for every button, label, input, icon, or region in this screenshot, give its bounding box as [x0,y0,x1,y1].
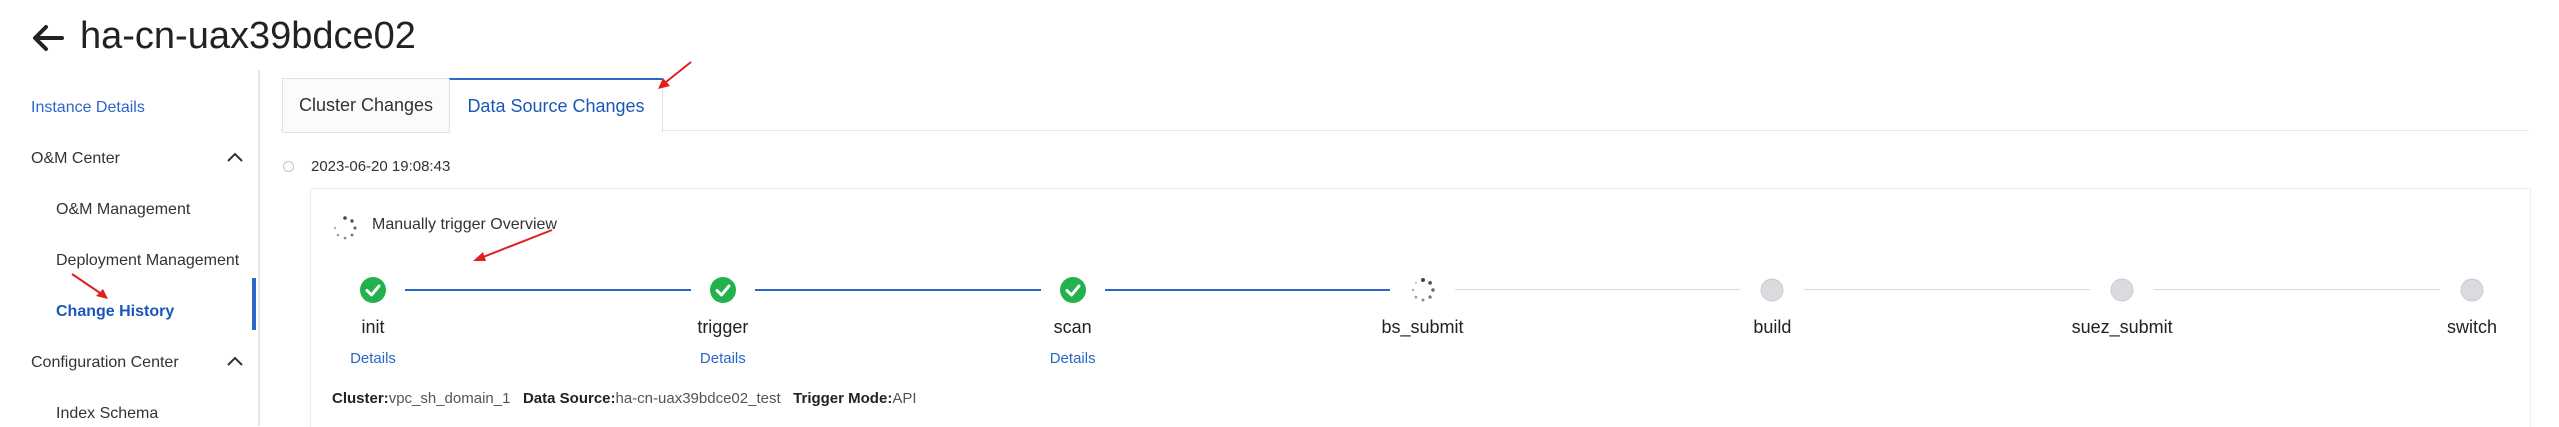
change-info: Cluster:vpc_sh_domain_1 Data Source:ha-c… [332,390,917,407]
pending-circle-icon [2460,278,2484,302]
step-label: suez_submit [2071,317,2173,337]
step-label: switch [2446,317,2498,337]
chevron-up-icon[interactable] [226,355,244,367]
step-connector [1104,289,1391,291]
step-label: scan [1053,317,1092,337]
cluster-value: vpc_sh_domain_1 [388,390,511,407]
check-circle-icon [360,277,386,303]
step-label: build [1753,317,1792,337]
page-title: ha-cn-uax39bdce02 [80,15,416,57]
arrow-left-icon[interactable] [28,18,68,58]
trigger-mode-value: API [892,390,917,407]
cluster-label: Cluster: [332,390,389,407]
step-connector [1454,289,1741,290]
sidebar-group-configuration-center[interactable]: Configuration Center [31,352,179,374]
step-details-link[interactable]: Details [350,350,396,367]
tab-data-source-changes[interactable]: Data Source Changes [449,78,663,133]
step-details-link[interactable]: Details [700,350,746,367]
step-connector [754,289,1041,291]
sidebar: Instance Details O&M Center O&M Manageme… [0,70,260,426]
data-source-value: ha-cn-uax39bdce02_test [615,390,781,407]
sidebar-active-indicator [252,278,256,330]
step-label: trigger [697,317,749,337]
step-connector [405,289,691,291]
chevron-up-icon[interactable] [226,151,244,163]
data-source-label: Data Source: [522,390,616,407]
step-details-link[interactable]: Details [1050,350,1096,367]
sidebar-group-om-center[interactable]: O&M Center [31,148,120,170]
loading-spinner-icon [1411,278,1435,302]
step-connector [2154,289,2440,290]
check-circle-icon [1059,277,1086,303]
pending-circle-icon [2110,278,2134,302]
check-circle-icon [709,277,736,303]
timeline-timestamp: 2023-06-20 19:08:43 [311,158,451,175]
sidebar-item-deployment-management[interactable]: Deployment Management [56,250,239,272]
step-connector [1804,289,2091,290]
tab-cluster-changes[interactable]: Cluster Changes [282,78,450,133]
sidebar-item-om-management[interactable]: O&M Management [56,199,190,221]
sidebar-item-change-history[interactable]: Change History [56,301,174,323]
step-label: init [361,317,385,337]
annotation-arrow-icon [658,61,692,89]
trigger-mode-label: Trigger Mode: [793,390,893,407]
timeline-dot [283,161,294,172]
sidebar-item-instance-details[interactable]: Instance Details [31,97,145,119]
step-label: bs_submit [1381,317,1464,337]
pending-circle-icon [1760,278,1784,302]
annotation-arrow-icon [473,229,553,261]
loading-spinner-icon [333,216,357,240]
annotation-arrow-icon [71,273,108,299]
sidebar-item-index-schema[interactable]: Index Schema [56,403,158,425]
